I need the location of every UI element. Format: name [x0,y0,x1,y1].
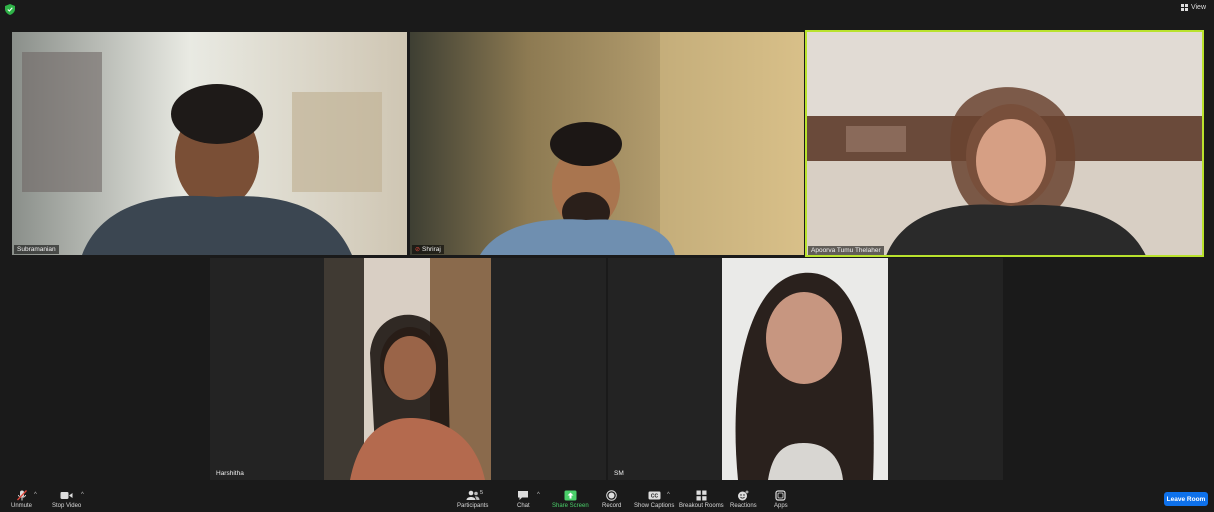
apps-icon [775,490,786,501]
participant-name: Apoorva Tumu Thelaher [811,247,881,254]
participant-name-tag: Apoorva Tumu Thelaher [808,246,884,255]
captions-options-caret-icon[interactable]: ^ [667,492,670,498]
participants-button[interactable]: Participants [457,490,488,509]
participant-name: Harshitha [216,470,244,477]
stop-video-button[interactable]: Stop Video [52,490,81,509]
video-tile-2[interactable]: ⊘ Shriraj [410,32,804,255]
grid-view-icon [1180,4,1188,11]
participants-count: 5 [480,490,484,496]
record-icon [606,490,617,501]
video-tile-3[interactable]: Apoorva Tumu Thelaher [805,30,1204,257]
chat-button[interactable]: Chat [517,490,530,509]
muted-microphone-icon [16,490,27,501]
show-captions-label: Show Captions [634,503,675,509]
participant-name: Shriraj [422,246,441,253]
participant-video [608,258,1003,480]
breakout-rooms-button[interactable]: Breakout Rooms [679,490,724,509]
reactions-smiley-icon [738,490,749,501]
participant-video [806,31,1203,256]
chat-bubble-icon [518,491,529,500]
participant-video [12,32,407,255]
video-tile-4[interactable]: Harshitha [210,258,606,480]
muted-mic-icon: ⊘ [415,246,421,253]
apps-label: Apps [774,503,788,509]
reactions-button[interactable]: Reactions [730,490,757,509]
view-button[interactable]: View [1180,4,1206,11]
stop-video-label: Stop Video [52,503,82,509]
video-tile-1[interactable]: Subramanian [12,32,407,255]
record-label: Record [602,503,622,509]
share-screen-icon [564,490,577,501]
record-button[interactable]: Record [602,490,621,509]
leave-room-button[interactable]: Leave Room [1164,492,1208,506]
video-camera-icon [60,492,73,499]
svg-text:CC: CC [651,494,659,500]
participant-name: Subramanian [17,246,56,253]
share-screen-label: Share Screen [552,503,589,509]
participant-name-tag: SM [611,469,627,478]
closed-captions-icon: CC [648,491,661,500]
security-shield-icon[interactable] [5,4,15,15]
share-screen-button[interactable]: Share Screen [552,490,589,509]
participant-name: SM [614,470,624,477]
apps-button[interactable]: Apps [774,490,788,509]
unmute-label: Unmute [11,503,33,509]
participants-icon [466,490,480,500]
participant-name-tag: Harshitha [213,469,247,478]
top-bar: View [0,0,1214,20]
video-tile-5[interactable]: SM [608,258,1003,480]
participant-name-tag: ⊘ Shriraj [412,245,444,254]
participant-video [410,32,804,255]
participants-label: Participants [457,503,489,509]
view-label: View [1190,4,1206,11]
meeting-toolbar: Unmute ^ Stop Video ^ Participants 5 Cha… [0,488,1214,512]
breakout-rooms-icon [696,490,707,501]
breakout-rooms-label: Breakout Rooms [679,503,724,509]
chat-label: Chat [517,503,530,509]
reactions-label: Reactions [730,503,757,509]
unmute-button[interactable]: Unmute [11,490,32,509]
participant-name-tag: Subramanian [14,245,59,254]
audio-options-caret-icon[interactable]: ^ [34,492,37,498]
chat-options-caret-icon[interactable]: ^ [537,492,540,498]
video-options-caret-icon[interactable]: ^ [81,492,84,498]
participant-video [210,258,606,480]
